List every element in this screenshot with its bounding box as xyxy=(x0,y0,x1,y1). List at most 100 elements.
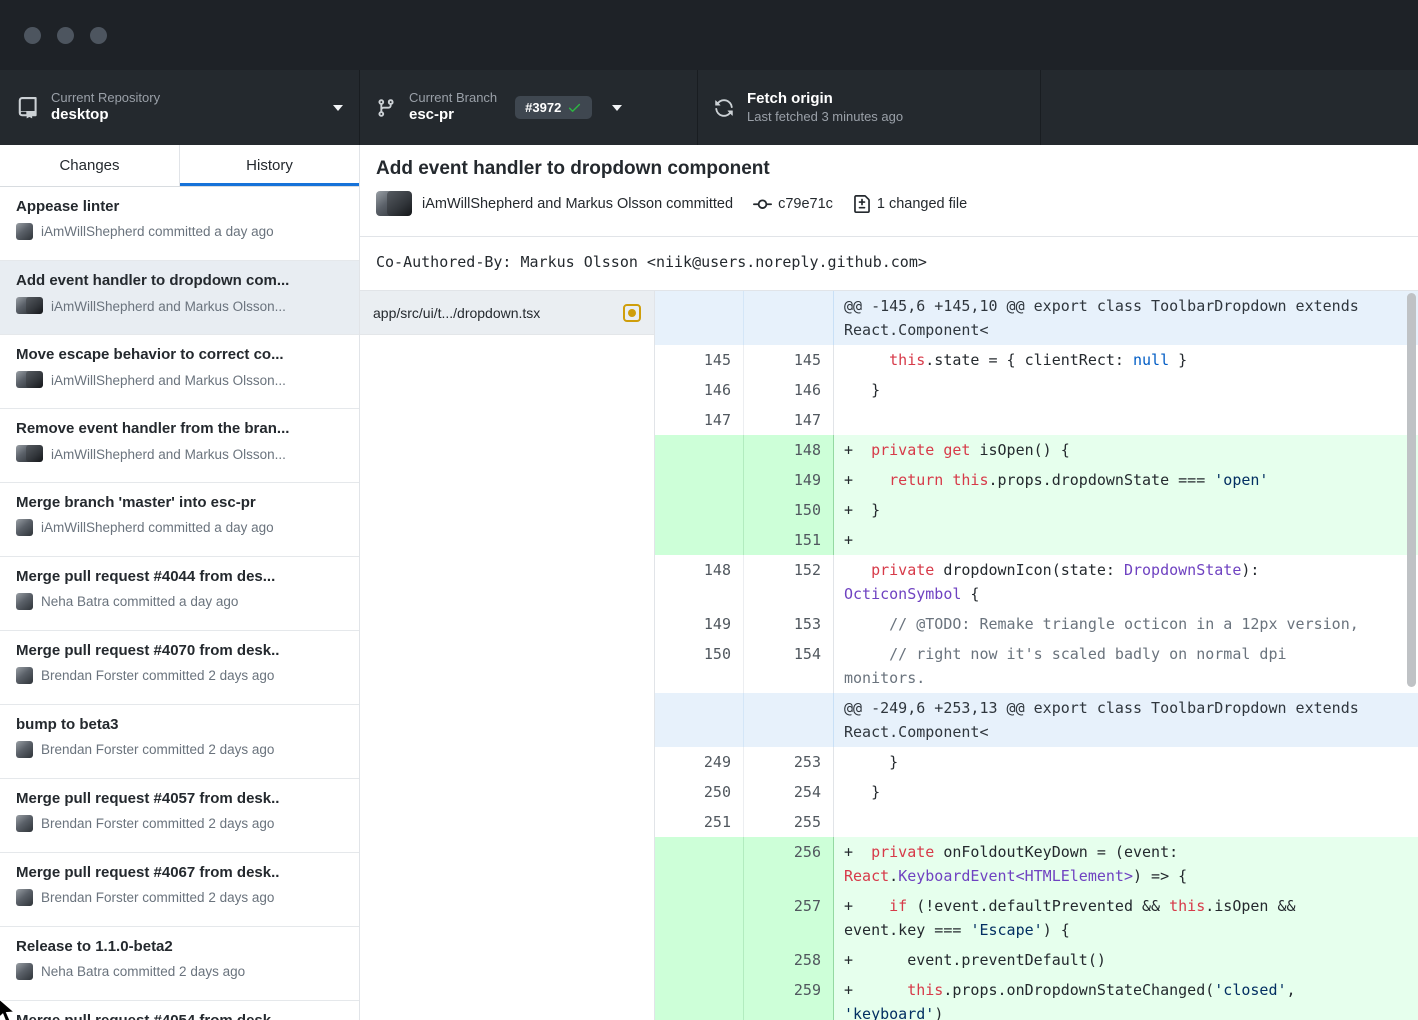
file-list-item[interactable]: app/src/ui/t.../dropdown.tsx xyxy=(360,291,654,335)
commit-sha: c79e71c xyxy=(778,196,833,212)
commit-item[interactable]: bump to beta3Brendan Forster committed 2… xyxy=(0,705,359,779)
new-line-number: 258 xyxy=(744,945,834,975)
diff-line-code: + } xyxy=(834,495,1418,525)
diff-view: @@ -145,6 +145,10 @@ export class Toolba… xyxy=(655,291,1418,1020)
old-line-number: 250 xyxy=(655,777,744,807)
avatar xyxy=(16,223,33,240)
diff-line: 249253 } xyxy=(655,747,1418,777)
branch-name: esc-pr xyxy=(409,106,497,125)
commit-item[interactable]: Remove event handler from the bran...iAm… xyxy=(0,409,359,483)
check-icon xyxy=(567,100,582,115)
old-line-number: 249 xyxy=(655,747,744,777)
avatar xyxy=(16,445,43,463)
commit-item[interactable]: Merge pull request #4057 from desk..Bren… xyxy=(0,779,359,853)
commit-item[interactable]: Merge pull request #4067 from desk..Bren… xyxy=(0,853,359,927)
tab-history[interactable]: History xyxy=(180,145,359,186)
repository-label: Current Repository xyxy=(51,90,160,106)
avatar xyxy=(16,741,33,758)
commit-header: Add event handler to dropdown component … xyxy=(360,145,1418,237)
mouse-cursor xyxy=(0,999,20,1020)
zoom-button-icon[interactable] xyxy=(90,27,107,44)
old-line-number xyxy=(655,837,744,891)
commit-item-title: Merge pull request #4070 from desk.. xyxy=(16,642,343,659)
new-line-number xyxy=(744,693,834,747)
new-line-number: 152 xyxy=(744,555,834,609)
commit-item-title: bump to beta3 xyxy=(16,716,343,733)
old-line-number xyxy=(655,945,744,975)
commit-description: Co-Authored-By: Markus Olsson <niik@user… xyxy=(360,237,1418,291)
fetch-title: Fetch origin xyxy=(747,90,903,109)
git-branch-icon xyxy=(376,98,396,118)
commit-item[interactable]: Appease linteriAmWillShepherd committed … xyxy=(0,187,359,261)
diff-line: 150154 // right now it's scaled badly on… xyxy=(655,639,1418,693)
diff-line-code: } xyxy=(834,747,1418,777)
diff-line-code: private dropdownIcon(state: DropdownStat… xyxy=(834,555,1418,609)
diff-line: 151+ xyxy=(655,525,1418,555)
new-line-number: 255 xyxy=(744,807,834,837)
chevron-down-icon xyxy=(333,105,343,111)
commit-detail: Add event handler to dropdown component … xyxy=(360,145,1418,1020)
diff-line: 251255 xyxy=(655,807,1418,837)
branch-chooser[interactable]: Current Branch esc-pr #3972 xyxy=(360,70,698,145)
commit-item-title: Merge branch 'master' into esc-pr xyxy=(16,494,343,511)
avatar xyxy=(16,667,33,684)
sync-icon xyxy=(714,98,734,118)
commit-item[interactable]: Merge pull request #4044 from des...Neha… xyxy=(0,557,359,631)
commit-item[interactable]: Merge pull request #4070 from desk..Bren… xyxy=(0,631,359,705)
tab-changes[interactable]: Changes xyxy=(0,145,180,186)
commit-item-title: Merge pull request #4054 from desk.. xyxy=(16,1012,343,1020)
fetch-subtitle: Last fetched 3 minutes ago xyxy=(747,109,903,125)
modified-status-badge xyxy=(623,304,641,322)
new-line-number: 151 xyxy=(744,525,834,555)
commit-item-byline: iAmWillShepherd and Markus Olsson... xyxy=(51,373,286,388)
diff-line: 148+ private get isOpen() { xyxy=(655,435,1418,465)
old-line-number: 146 xyxy=(655,375,744,405)
pr-number: #3972 xyxy=(525,100,561,115)
commit-list: Appease linteriAmWillShepherd committed … xyxy=(0,187,359,1020)
old-line-number: 148 xyxy=(655,555,744,609)
diff-line-code: // @TODO: Remake triangle octicon in a 1… xyxy=(834,609,1418,639)
minimize-button-icon[interactable] xyxy=(57,27,74,44)
diff-line: 256+ private onFoldoutKeyDown = (event: … xyxy=(655,837,1418,891)
diff-line-code: + return this.props.dropdownState === 'o… xyxy=(834,465,1418,495)
pr-status-badge[interactable]: #3972 xyxy=(515,96,592,119)
diff-line: 149+ return this.props.dropdownState ===… xyxy=(655,465,1418,495)
new-line-number: 254 xyxy=(744,777,834,807)
commit-item[interactable]: Move escape behavior to correct co...iAm… xyxy=(0,335,359,409)
old-line-number xyxy=(655,975,744,1020)
commit-item-byline: Neha Batra committed a day ago xyxy=(41,594,238,609)
avatar xyxy=(16,371,43,389)
commit-item[interactable]: Merge branch 'master' into esc-priAmWill… xyxy=(0,483,359,557)
new-line-number: 256 xyxy=(744,837,834,891)
old-line-number xyxy=(655,435,744,465)
diff-line-code: + event.preventDefault() xyxy=(834,945,1418,975)
branch-label: Current Branch xyxy=(409,90,497,106)
git-commit-icon xyxy=(753,195,772,214)
old-line-number xyxy=(655,891,744,945)
changed-files-panel: app/src/ui/t.../dropdown.tsx xyxy=(360,291,655,1020)
close-button-icon[interactable] xyxy=(24,27,41,44)
new-line-number: 257 xyxy=(744,891,834,945)
diff-scrollbar-thumb[interactable] xyxy=(1407,293,1416,687)
diff-line: 149153 // @TODO: Remake triangle octicon… xyxy=(655,609,1418,639)
file-diff-icon xyxy=(853,195,871,213)
diff-line-code: + private onFoldoutKeyDown = (event: Rea… xyxy=(834,837,1418,891)
diff-line-code: } xyxy=(834,777,1418,807)
new-line-number: 146 xyxy=(744,375,834,405)
commit-item[interactable]: Merge pull request #4054 from desk.. xyxy=(0,1001,359,1020)
fetch-origin-button[interactable]: Fetch origin Last fetched 3 minutes ago xyxy=(698,70,1041,145)
commit-item-byline: Brendan Forster committed 2 days ago xyxy=(41,890,274,905)
diff-line-code: @@ -249,6 +253,13 @@ export class Toolba… xyxy=(834,693,1418,747)
new-line-number: 259 xyxy=(744,975,834,1020)
commit-item[interactable]: Add event handler to dropdown com...iAmW… xyxy=(0,261,359,335)
avatar xyxy=(16,889,33,906)
old-line-number xyxy=(655,465,744,495)
commit-item-title: Merge pull request #4057 from desk.. xyxy=(16,790,343,807)
tab-changes-label: Changes xyxy=(59,157,119,174)
commit-item[interactable]: Release to 1.1.0-beta2Neha Batra committ… xyxy=(0,927,359,1001)
new-line-number: 154 xyxy=(744,639,834,693)
commit-item-title: Release to 1.1.0-beta2 xyxy=(16,938,343,955)
repository-chooser[interactable]: Current Repository desktop xyxy=(0,70,360,145)
diff-line: @@ -249,6 +253,13 @@ export class Toolba… xyxy=(655,693,1418,747)
diff-line: 257+ if (!event.defaultPrevented && this… xyxy=(655,891,1418,945)
